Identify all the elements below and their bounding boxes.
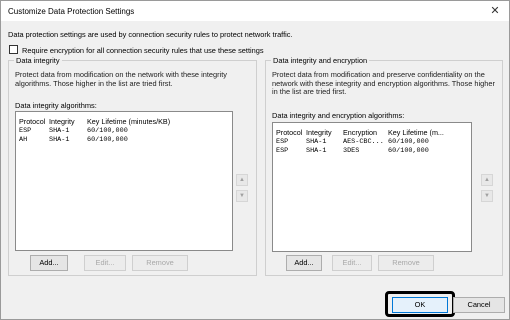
- data-integrity-encryption-description: Protect data from modification and prese…: [272, 70, 495, 97]
- cancel-button[interactable]: Cancel: [453, 297, 505, 313]
- encryption-add-button[interactable]: Add...: [286, 255, 322, 271]
- require-encryption-checkbox[interactable]: [9, 45, 18, 54]
- cell-protocol: ESP: [276, 138, 289, 146]
- integrity-edit-button[interactable]: Edit...: [84, 255, 126, 271]
- column-header-key-lifetime[interactable]: Key Lifetime (minutes/KB): [87, 117, 170, 126]
- data-integrity-encryption-algorithms-label: Data integrity and encryption algorithms…: [272, 111, 405, 120]
- data-integrity-encryption-algorithms-list[interactable]: Protocol Integrity Encryption Key Lifeti…: [272, 122, 472, 252]
- move-up-icon[interactable]: ▲: [236, 174, 248, 186]
- column-header-encryption[interactable]: Encryption: [343, 128, 377, 137]
- move-down-icon[interactable]: ▼: [236, 190, 248, 202]
- cell-integrity: SHA-1: [49, 136, 70, 144]
- cell-integrity: SHA-1: [49, 127, 70, 135]
- column-header-protocol[interactable]: Protocol: [19, 117, 45, 126]
- ok-button[interactable]: OK: [392, 297, 448, 313]
- encryption-remove-button[interactable]: Remove: [378, 255, 434, 271]
- cell-encryption: AES-CBC...: [343, 138, 384, 146]
- move-down-icon[interactable]: ▼: [481, 190, 493, 202]
- cell-protocol: ESP: [276, 147, 289, 155]
- cell-key-lifetime: 60/100,000: [87, 136, 128, 144]
- column-header-integrity[interactable]: Integrity: [49, 117, 75, 126]
- data-integrity-description: Protect data from modification on the ne…: [15, 70, 227, 88]
- require-encryption-label: Require encryption for all connection se…: [22, 46, 264, 55]
- customize-data-protection-dialog: Customize Data Protection Settings ✕ Dat…: [0, 0, 510, 320]
- cell-protocol: ESP: [19, 127, 32, 135]
- cell-key-lifetime: 60/100,000: [388, 147, 429, 155]
- column-header-key-lifetime[interactable]: Key Lifetime (m...: [388, 128, 444, 137]
- cell-key-lifetime: 60/100,000: [87, 127, 128, 135]
- data-integrity-algorithms-label: Data integrity algorithms:: [15, 101, 97, 110]
- cell-key-lifetime: 60/100,000: [388, 138, 429, 146]
- cell-protocol: AH: [19, 136, 28, 144]
- title-bar: Customize Data Protection Settings ✕: [1, 1, 509, 21]
- close-icon[interactable]: ✕: [481, 1, 509, 21]
- window-title: Customize Data Protection Settings: [8, 7, 135, 16]
- encryption-edit-button[interactable]: Edit...: [332, 255, 372, 271]
- column-header-integrity[interactable]: Integrity: [306, 128, 332, 137]
- column-header-protocol[interactable]: Protocol: [276, 128, 302, 137]
- intro-text: Data protection settings are used by con…: [8, 30, 293, 39]
- cell-encryption: 3DES: [343, 147, 360, 155]
- data-integrity-encryption-legend: Data integrity and encryption: [271, 56, 370, 65]
- move-up-icon[interactable]: ▲: [481, 174, 493, 186]
- data-integrity-algorithms-list[interactable]: Protocol Integrity Key Lifetime (minutes…: [15, 111, 233, 251]
- cell-integrity: SHA-1: [306, 147, 327, 155]
- integrity-add-button[interactable]: Add...: [30, 255, 68, 271]
- cell-integrity: SHA-1: [306, 138, 327, 146]
- integrity-remove-button[interactable]: Remove: [132, 255, 188, 271]
- data-integrity-legend: Data integrity: [14, 56, 62, 65]
